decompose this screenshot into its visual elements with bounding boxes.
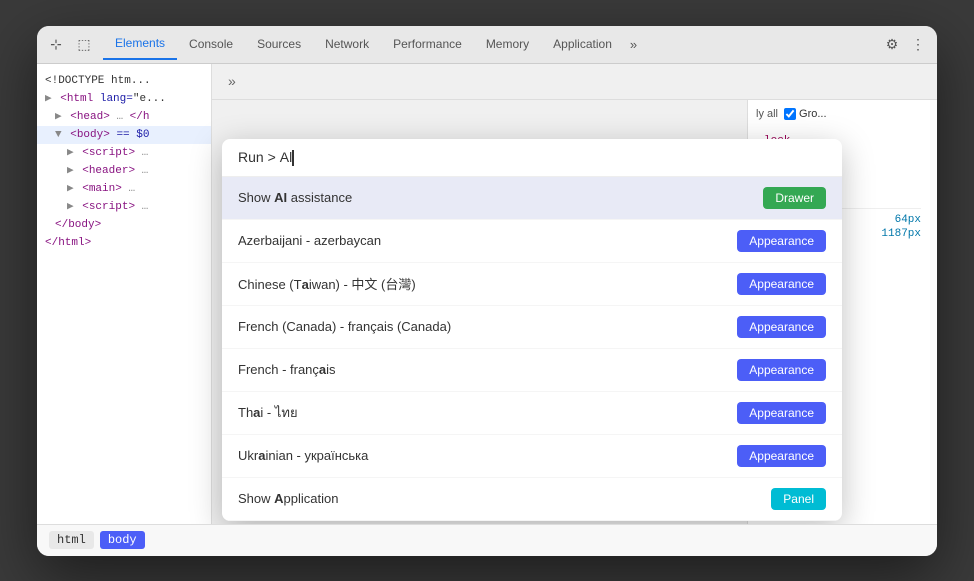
command-list[interactable]: Show AI assistance Drawer Azerbaijani - … bbox=[222, 177, 842, 521]
tab-performance[interactable]: Performance bbox=[381, 29, 474, 59]
command-prefix: Run > bbox=[238, 149, 276, 165]
bottom-bar: html body bbox=[37, 524, 937, 556]
command-item-french-canada[interactable]: French (Canada) - français (Canada) Appe… bbox=[222, 306, 842, 349]
command-item-label: Chinese (Taiwan) - 中文 (台灣) bbox=[238, 274, 416, 293]
tab-settings-area: ⚙ ⋮ bbox=[881, 33, 929, 55]
dom-line: <!DOCTYPE htm... bbox=[37, 72, 211, 90]
command-item-badge: Appearance bbox=[737, 402, 826, 424]
breadcrumb-body[interactable]: body bbox=[100, 531, 145, 549]
dom-line: </body> bbox=[37, 216, 211, 234]
command-item-thai[interactable]: Thai - ไทย Appearance bbox=[222, 392, 842, 435]
dom-line: </html> bbox=[37, 234, 211, 252]
command-item-badge: Appearance bbox=[737, 359, 826, 381]
menu-icon[interactable]: ⋮ bbox=[907, 33, 929, 55]
group-checkbox-label[interactable]: Gro... bbox=[784, 108, 827, 120]
command-item-french[interactable]: French - français Appearance bbox=[222, 349, 842, 392]
tab-more-button[interactable]: » bbox=[624, 33, 643, 56]
command-palette: Run > Al Show AI assistance Drawer Azerb… bbox=[222, 139, 842, 521]
command-input-text: Al bbox=[280, 149, 826, 166]
device-icon[interactable]: ⬚ bbox=[73, 33, 95, 55]
command-item-label: Show Application bbox=[238, 491, 338, 506]
command-item-badge: Appearance bbox=[737, 445, 826, 467]
styles-filter-row: ly all Gro... bbox=[756, 108, 929, 120]
command-item-ukrainian[interactable]: Ukrainian - українська Appearance bbox=[222, 435, 842, 478]
breadcrumb-html[interactable]: html bbox=[49, 531, 94, 549]
command-item-label: Show AI assistance bbox=[238, 190, 352, 205]
content-wrapper: <!DOCTYPE htm... ▶ <html lang="e... ▶ <h… bbox=[37, 64, 937, 524]
tabs: Elements Console Sources Network Perform… bbox=[103, 28, 881, 60]
panel-chevron-button[interactable]: » bbox=[222, 69, 242, 93]
command-item-badge: Appearance bbox=[737, 230, 826, 252]
dom-line: ▶ <main> … bbox=[37, 180, 211, 198]
dom-panel: <!DOCTYPE htm... ▶ <html lang="e... ▶ <h… bbox=[37, 64, 212, 524]
group-label: Gro... bbox=[799, 108, 827, 120]
group-checkbox[interactable] bbox=[784, 108, 796, 120]
tab-bar: ⊹ ⬚ Elements Console Sources Network Per… bbox=[37, 26, 937, 64]
tab-bar-icons: ⊹ ⬚ bbox=[45, 33, 95, 55]
settings-icon[interactable]: ⚙ bbox=[881, 33, 903, 55]
tab-memory[interactable]: Memory bbox=[474, 29, 541, 59]
dom-line: ▶ <html lang="e... bbox=[37, 90, 211, 108]
dom-line: ▶ <script> … bbox=[37, 198, 211, 216]
cursor-caret bbox=[292, 150, 294, 166]
command-item-label: French (Canada) - français (Canada) bbox=[238, 319, 451, 334]
tab-console[interactable]: Console bbox=[177, 29, 245, 59]
right-top-row: » bbox=[212, 64, 937, 100]
dom-line: ▶ <script> … bbox=[37, 144, 211, 162]
command-item-azerbaijani[interactable]: Azerbaijani - azerbaycan Appearance bbox=[222, 220, 842, 263]
dom-line: ▶ <header> … bbox=[37, 162, 211, 180]
command-item-chinese-taiwan[interactable]: Chinese (Taiwan) - 中文 (台灣) Appearance bbox=[222, 263, 842, 306]
command-item-label: Ukrainian - українська bbox=[238, 448, 368, 463]
tab-network[interactable]: Network bbox=[313, 29, 381, 59]
command-item-badge: Panel bbox=[771, 488, 826, 510]
command-item-badge: Appearance bbox=[737, 316, 826, 338]
tab-elements[interactable]: Elements bbox=[103, 28, 177, 60]
command-item-label: Azerbaijani - azerbaycan bbox=[238, 233, 381, 248]
cursor-icon[interactable]: ⊹ bbox=[45, 33, 67, 55]
command-item-ai-assistance[interactable]: Show AI assistance Drawer bbox=[222, 177, 842, 220]
command-item-badge: Appearance bbox=[737, 273, 826, 295]
filter-label: ly all bbox=[756, 108, 778, 120]
tab-sources[interactable]: Sources bbox=[245, 29, 313, 59]
devtools-window: ⊹ ⬚ Elements Console Sources Network Per… bbox=[37, 26, 937, 556]
command-item-label: Thai - ไทย bbox=[238, 402, 298, 423]
command-item-badge: Drawer bbox=[763, 187, 826, 209]
command-input-row: Run > Al bbox=[222, 139, 842, 177]
dom-line: ▶ <head> … </h bbox=[37, 108, 211, 126]
tab-application[interactable]: Application bbox=[541, 29, 624, 59]
command-item-label: French - français bbox=[238, 362, 336, 377]
dom-line: ▼ <body> == $0 bbox=[37, 126, 211, 144]
command-item-show-application[interactable]: Show Application Panel bbox=[222, 478, 842, 521]
